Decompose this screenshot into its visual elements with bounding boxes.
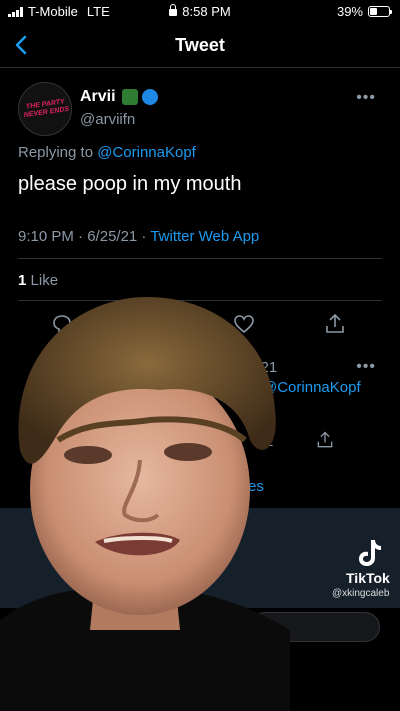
- battery-icon: [368, 6, 392, 17]
- display-name[interactable]: Arvii: [80, 88, 116, 106]
- tiktok-brand: TikTok: [346, 570, 390, 586]
- replying-to: Replying to @CorinnaKopf: [18, 144, 196, 161]
- likes-label: Like: [30, 272, 59, 289]
- lock-icon: [169, 4, 178, 16]
- page-title: Tweet: [175, 35, 225, 55]
- divider: [18, 258, 382, 259]
- tweet-date: 6/25/21: [87, 228, 138, 245]
- name-emojis: [122, 89, 158, 105]
- tiktok-logo-icon: [359, 540, 381, 566]
- replying-label: Replying to: [18, 144, 94, 161]
- tweet-meta: 9:10 PM · 6/25/21 · Twitter Web App: [18, 228, 260, 245]
- tweet-text: please poop in my mouth: [18, 173, 242, 195]
- likes-number: 1: [18, 272, 27, 289]
- ellipsis-icon[interactable]: •••: [356, 89, 376, 107]
- person-overlay: [0, 296, 290, 711]
- user-handle[interactable]: @arviifn: [80, 111, 135, 128]
- tweet-source[interactable]: Twitter Web App: [150, 228, 259, 245]
- share-icon[interactable]: [315, 430, 335, 450]
- avatar-logo: THE PARTY NEVER ENDS: [23, 98, 70, 120]
- left-eye: [64, 446, 112, 464]
- replying-mention[interactable]: @CorinnaKopf: [97, 144, 196, 161]
- tweet-time: 9:10 PM: [18, 228, 74, 245]
- nav-bar: Tweet: [0, 24, 400, 68]
- likes-count[interactable]: 1 Like: [18, 272, 58, 289]
- globe-emoji: [142, 89, 158, 105]
- right-eye: [164, 443, 212, 461]
- status-bar: T-Mobile LTE 8:58 PM 39%: [0, 0, 400, 24]
- status-right: 39%: [336, 4, 392, 19]
- money-bag-emoji: [122, 89, 138, 105]
- battery-percent: 39%: [336, 4, 363, 19]
- share-icon[interactable]: [323, 312, 347, 336]
- ellipsis-icon[interactable]: •••: [356, 358, 376, 376]
- tiktok-username: @xkingcaleb: [332, 588, 390, 599]
- avatar[interactable]: THE PARTY NEVER ENDS: [18, 82, 72, 136]
- status-time: 8:58 PM: [182, 4, 231, 19]
